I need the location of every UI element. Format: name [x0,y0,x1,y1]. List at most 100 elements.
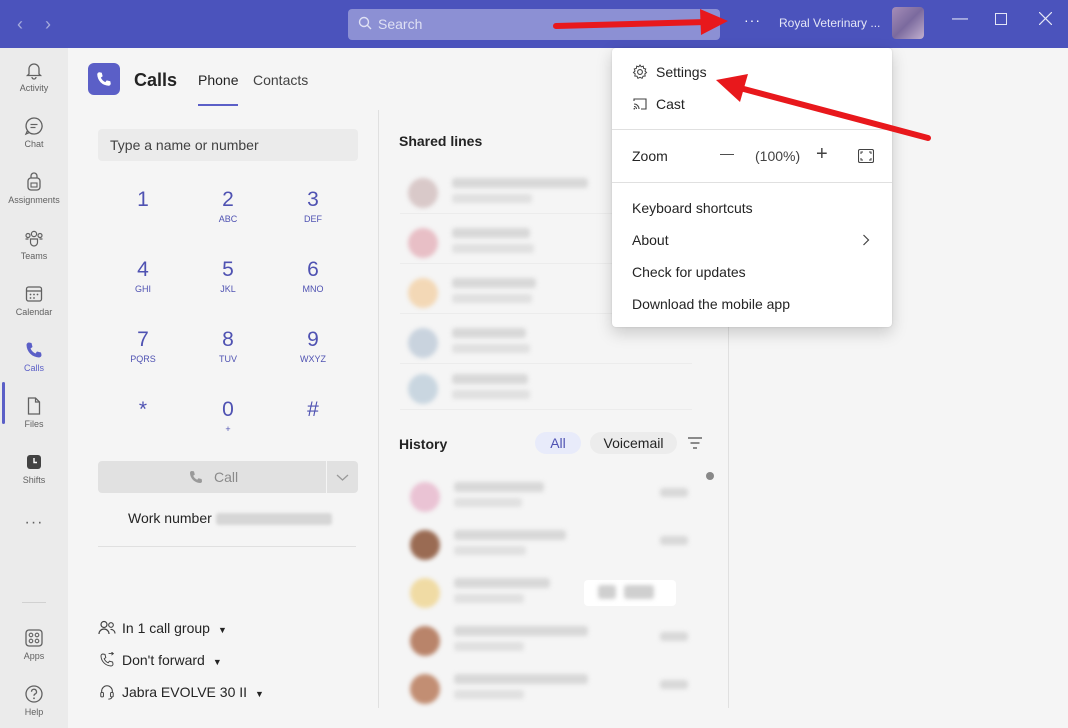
rail-item-files[interactable]: Files [0,388,68,440]
backpack-icon [27,172,41,191]
key-digit: # [307,398,319,421]
dial-key-4[interactable]: 4 GHI [113,258,173,294]
bell-icon [25,63,43,80]
forwarding-selector[interactable]: Don't forward ▼ [98,651,222,668]
dial-key-2[interactable]: 2 ABC [198,188,258,224]
dial-key-3[interactable]: 3 DEF [283,188,343,224]
dial-input-placeholder: Type a name or number [110,137,259,153]
call-group-selector[interactable]: In 1 call group ▼ [98,620,227,636]
menu-item-cast[interactable]: Cast [612,88,892,120]
rail-label: Files [24,419,44,429]
zoom-in-button[interactable]: + [816,143,828,166]
history-row[interactable] [402,618,702,662]
rail-item-help[interactable]: Help [0,676,68,728]
profile-avatar[interactable] [892,7,924,39]
scrollbar-thumb[interactable] [706,472,714,480]
search-icon [358,16,372,30]
rail-item-assignments[interactable]: Assignments [0,164,68,216]
menu-item-settings[interactable]: Settings [612,56,892,88]
dial-key-8[interactable]: 8 TUV [198,328,258,364]
menu-item-label: Check for updates [632,264,746,280]
rail-label: Shifts [22,475,46,485]
menu-item-mobile-app[interactable]: Download the mobile app [612,288,892,320]
key-letters: MNO [302,284,324,294]
call-button-label: Call [214,469,239,485]
dial-key-5[interactable]: 5 JKL [198,258,258,294]
history-row[interactable] [402,474,702,518]
rail-divider [22,602,46,603]
tab-phone[interactable]: Phone [198,72,238,88]
rail-item-apps[interactable]: Apps [0,620,68,672]
dial-key-1[interactable]: 1 [113,188,173,214]
dial-input[interactable]: Type a name or number [98,129,358,161]
menu-item-about[interactable]: About [612,224,892,256]
forward-arrow-icon[interactable]: › [38,14,58,35]
key-letters: TUV [219,354,237,364]
rail-item-calls[interactable]: Calls [0,332,68,384]
minimize-icon[interactable]: — [952,10,968,28]
full-screen-icon[interactable] [858,149,874,163]
menu-item-label: Settings [656,64,707,80]
key-letters: WXYZ [300,354,326,364]
more-options-button[interactable]: ··· [744,12,761,28]
zoom-label: Zoom [632,148,668,164]
history-row[interactable] [402,522,702,566]
key-digit: 5 [222,258,234,281]
menu-item-keyboard-shortcuts[interactable]: Keyboard shortcuts [612,192,892,224]
key-letters: + [225,424,231,434]
call-options-dropdown[interactable] [327,461,358,493]
key-digit: 7 [137,328,149,351]
active-tab-indicator [198,104,238,106]
search-placeholder: Search [378,16,423,32]
list-item[interactable] [400,366,692,410]
rail-label: Help [24,707,44,717]
dial-key-star[interactable]: * [113,398,173,424]
rail-item-shifts[interactable]: Shifts [0,444,68,496]
zoom-row: Zoom — (100%) + [612,140,892,172]
chat-icon [24,117,43,136]
calendar-icon [25,286,43,302]
call-button[interactable]: Call [98,461,326,493]
settings-menu: Settings Cast Zoom — (100%) + Keyboard s… [612,48,892,327]
key-letters: PQRS [130,354,156,364]
dial-key-6[interactable]: 6 MNO [283,258,343,294]
gear-icon [632,64,648,79]
app-rail: Activity Chat Assignments Teams Calendar… [0,48,68,728]
rail-item-chat[interactable]: Chat [0,108,68,160]
key-digit: 4 [137,258,149,281]
org-name[interactable]: Royal Veterinary ... [779,16,880,30]
zoom-out-button[interactable]: — [720,145,734,161]
phone-icon [190,471,202,483]
maximize-icon[interactable] [995,12,1007,30]
key-digit: 8 [222,328,234,351]
tab-contacts[interactable]: Contacts [253,72,308,88]
key-letters: DEF [304,214,322,224]
rail-item-activity[interactable]: Activity [0,52,68,104]
key-letters: ABC [218,214,238,224]
rail-label: Calls [23,363,44,373]
dial-key-9[interactable]: 9 WXYZ [283,328,343,364]
search-input[interactable]: Search [348,9,720,40]
rail-item-teams[interactable]: Teams [0,220,68,272]
menu-item-check-updates[interactable]: Check for updates [612,256,892,288]
filter-all[interactable]: All [535,432,581,454]
key-letters: GHI [134,284,151,294]
filter-voicemail[interactable]: Voicemail [590,432,677,454]
dial-key-hash[interactable]: # [283,398,343,424]
dial-key-7[interactable]: 7 PQRS [113,328,173,364]
history-row[interactable] [402,666,702,710]
key-digit: * [138,398,148,421]
close-icon[interactable] [1038,11,1053,30]
rail-more-button[interactable]: ··· [0,508,68,538]
caret-down-icon: ▼ [212,657,222,667]
clock-icon [27,455,41,469]
back-arrow-icon[interactable]: ‹ [10,14,30,35]
menu-item-label: Keyboard shortcuts [632,200,753,216]
audio-device-selector[interactable]: Jabra EVOLVE 30 II ▼ [98,684,264,700]
filter-icon[interactable] [687,436,703,450]
rail-item-calendar[interactable]: Calendar [0,276,68,328]
history-call-button[interactable] [584,580,676,606]
menu-item-label: Download the mobile app [632,296,790,312]
dial-key-0[interactable]: 0 + [198,398,258,434]
zoom-value: (100%) [755,148,801,164]
